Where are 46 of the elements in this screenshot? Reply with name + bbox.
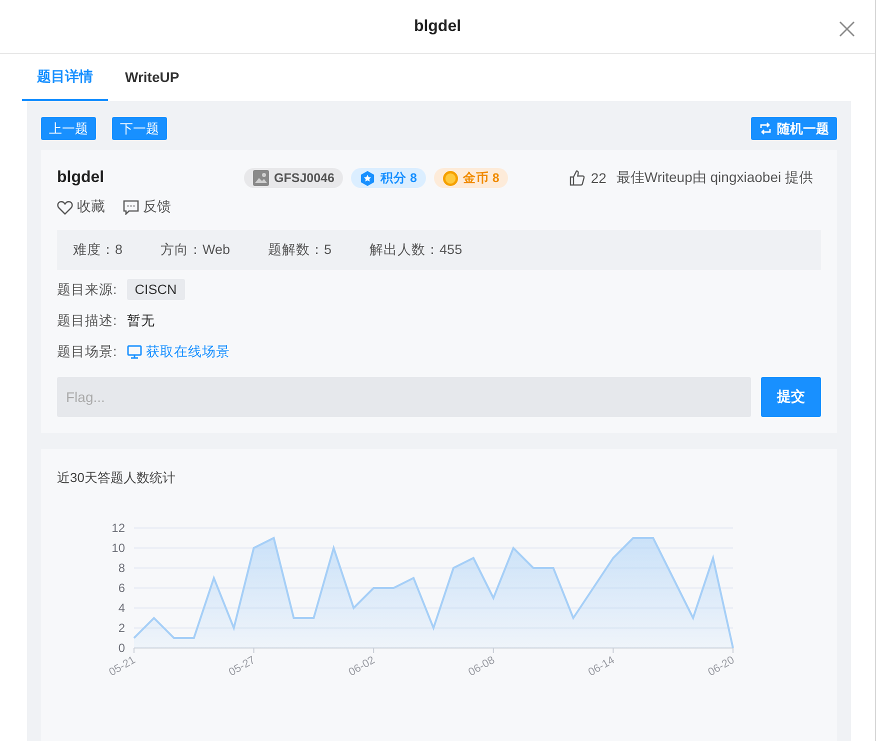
id-badge: GFSJ0046 [244, 168, 344, 188]
field-label: 题目描述: [57, 312, 117, 330]
stat-text: 题解数：5 [268, 241, 332, 259]
x-tick-label: 06-02 [346, 654, 378, 679]
random-button[interactable]: 随机一题 [751, 117, 837, 140]
y-tick-label: 10 [112, 541, 125, 555]
y-tick-label: 6 [118, 581, 125, 595]
y-tick-label: 2 [118, 621, 125, 635]
y-tick-label: 12 [112, 521, 125, 535]
stat-text: 难度：8 [73, 241, 123, 259]
star-icon [360, 170, 376, 186]
tab[interactable]: WriteUP [110, 54, 194, 101]
submit-button[interactable]: 提交 [761, 377, 821, 417]
repeat-icon [759, 122, 772, 135]
source-tag: CISCN [126, 279, 185, 300]
y-tick-label: 0 [118, 641, 125, 655]
dialog-title: blgdel [414, 18, 462, 36]
stat-text: 方向：Web [160, 241, 230, 259]
image-icon [253, 170, 269, 186]
x-tick-label: 05-21 [107, 654, 138, 679]
x-tick-label: 06-08 [466, 654, 497, 679]
next-button[interactable]: 下一题 [112, 117, 167, 140]
score-badge: 积分 8 [351, 168, 426, 188]
previous-button[interactable]: 上一题 [41, 117, 96, 140]
thumbs-up-icon[interactable] [568, 170, 585, 186]
y-tick-label: 8 [118, 561, 125, 575]
close-icon[interactable] [839, 21, 855, 37]
field-label: 题目场景: [57, 342, 117, 360]
favorite-button[interactable]: 收藏 [57, 198, 105, 216]
best-writeup-credit: 最佳Writeup由 qingxiaobei 提供 [616, 169, 813, 187]
feedback-button[interactable]: 反馈 [123, 198, 171, 216]
description-text: 暂无 [126, 312, 155, 330]
x-tick-label: 06-20 [706, 654, 736, 679]
challenge-title: blgdel [57, 169, 106, 187]
coin-badge: 金币 8 [434, 168, 508, 188]
chart-title: 近30天答题人数统计 [57, 469, 176, 487]
stat-text: 解出人数：455 [370, 241, 462, 259]
flag-input[interactable]: Flag... [57, 377, 751, 417]
y-tick-label: 4 [118, 601, 125, 615]
coin-icon [442, 170, 458, 186]
get-scene-link[interactable]: 获取在线场景 [126, 342, 230, 360]
message-icon [123, 200, 139, 214]
monitor-icon [126, 344, 142, 358]
like-count: 22 [590, 170, 606, 186]
field-label: 题目来源: [57, 280, 117, 298]
heart-icon [57, 200, 73, 214]
